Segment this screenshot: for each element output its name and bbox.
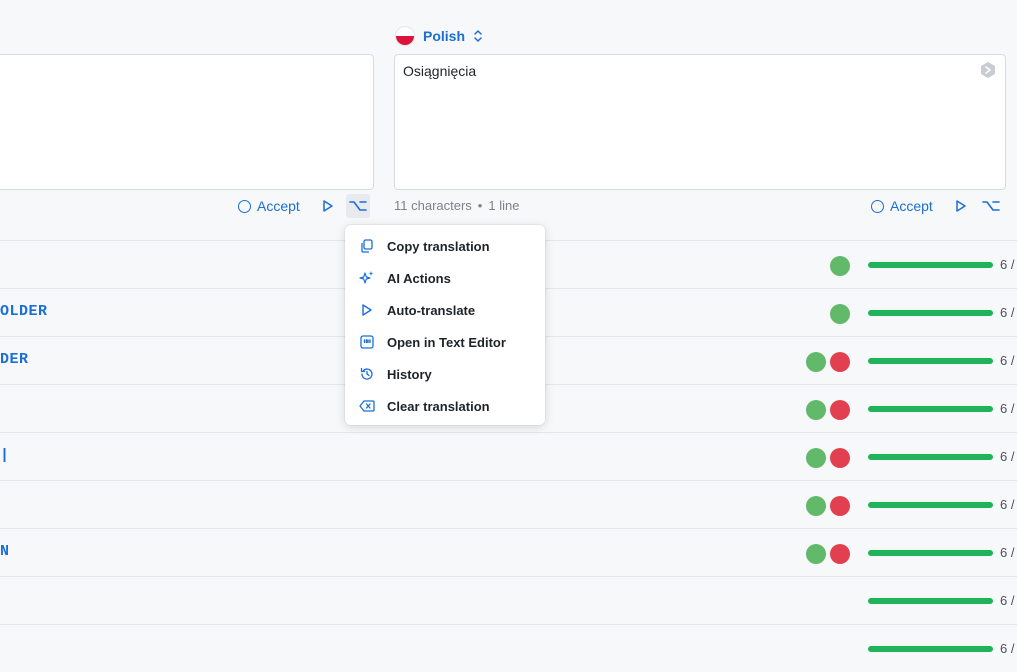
status-dot-red bbox=[830, 544, 850, 564]
menu-item-label: Copy translation bbox=[387, 238, 490, 254]
status-dot-green bbox=[830, 256, 850, 276]
play-icon bbox=[359, 302, 375, 318]
status-dot-green bbox=[806, 448, 826, 468]
progress-bar bbox=[868, 262, 993, 268]
progress-bar bbox=[868, 454, 993, 460]
menu-item-label: AI Actions bbox=[387, 270, 451, 286]
translation-count: 6 / bbox=[1000, 401, 1015, 416]
status-dot-green bbox=[806, 496, 826, 516]
progress-bar bbox=[868, 358, 993, 364]
translation-count: 6 / bbox=[1000, 257, 1015, 272]
quote-editor-icon bbox=[359, 334, 375, 350]
menu-item-label: Auto-translate bbox=[387, 302, 476, 318]
target-language-name: Polish bbox=[423, 28, 466, 44]
target-more-options-button[interactable] bbox=[979, 194, 1003, 218]
status-dot-green bbox=[806, 352, 826, 372]
translation-count: 6 / bbox=[1000, 641, 1015, 656]
menu-item-history[interactable]: History bbox=[345, 358, 545, 390]
row-key[interactable]: N bbox=[0, 543, 10, 560]
line-count: 1 line bbox=[488, 198, 520, 213]
circle-icon bbox=[871, 199, 884, 213]
menu-item-open-in-text-editor[interactable]: Open in Text Editor bbox=[345, 326, 545, 358]
translation-count: 6 / bbox=[1000, 497, 1015, 512]
poland-flag-icon bbox=[395, 26, 415, 46]
status-dot-green bbox=[806, 400, 826, 420]
table-row[interactable]: N 6 / bbox=[0, 528, 1017, 576]
row-key[interactable]: OLDER bbox=[0, 303, 48, 320]
table-row[interactable]: 6 / bbox=[0, 624, 1017, 672]
circle-icon bbox=[238, 199, 251, 213]
target-auto-translate-button[interactable] bbox=[949, 194, 973, 218]
row-key[interactable]: DER bbox=[0, 351, 29, 368]
option-key-icon bbox=[982, 201, 1000, 211]
menu-item-label: Clear translation bbox=[387, 398, 490, 414]
target-actions: Accept bbox=[871, 194, 1003, 218]
machine-translation-icon bbox=[981, 62, 995, 78]
source-auto-translate-button[interactable] bbox=[316, 194, 340, 218]
menu-item-label: History bbox=[387, 366, 432, 382]
translation-count: 6 / bbox=[1000, 449, 1015, 464]
target-text[interactable]: Osiągnięcia bbox=[403, 63, 476, 79]
source-more-options-button[interactable] bbox=[345, 194, 370, 218]
row-key[interactable]: | bbox=[0, 447, 10, 464]
translation-count: 6 / bbox=[1000, 545, 1015, 560]
table-row[interactable]: | 6 / bbox=[0, 432, 1017, 480]
meta-separator: • bbox=[477, 198, 483, 213]
clear-icon bbox=[359, 398, 375, 414]
source-accept-button[interactable]: Accept bbox=[238, 198, 300, 214]
play-icon bbox=[323, 200, 333, 212]
status-dot-red bbox=[830, 400, 850, 420]
progress-bar bbox=[868, 310, 993, 316]
target-editor[interactable]: Osiągnięcia bbox=[394, 54, 1006, 190]
status-dot-red bbox=[830, 448, 850, 468]
history-icon bbox=[359, 366, 375, 382]
translation-count: 6 / bbox=[1000, 593, 1015, 608]
source-actions: Accept bbox=[238, 194, 370, 218]
sparkle-icon bbox=[359, 270, 375, 286]
copy-icon bbox=[359, 238, 375, 254]
translation-count: 6 / bbox=[1000, 305, 1015, 320]
menu-item-clear-translation[interactable]: Clear translation bbox=[345, 390, 545, 422]
status-dot-green bbox=[830, 304, 850, 324]
menu-item-label: Open in Text Editor bbox=[387, 334, 506, 350]
source-editor[interactable] bbox=[0, 54, 374, 190]
accept-label: Accept bbox=[890, 198, 933, 214]
status-dot-red bbox=[830, 496, 850, 516]
progress-bar bbox=[868, 502, 993, 508]
table-row[interactable]: 6 / bbox=[0, 480, 1017, 528]
status-dot-green bbox=[806, 544, 826, 564]
option-key-icon bbox=[349, 201, 367, 211]
menu-item-auto-translate[interactable]: Auto-translate bbox=[345, 294, 545, 326]
chevron-up-down-icon bbox=[474, 30, 482, 42]
progress-bar bbox=[868, 550, 993, 556]
status-dot-red bbox=[830, 352, 850, 372]
translation-count: 6 / bbox=[1000, 353, 1015, 368]
target-accept-button[interactable]: Accept bbox=[871, 198, 933, 214]
target-language-selector[interactable]: Polish bbox=[395, 26, 483, 46]
target-meta: 11 characters • 1 line bbox=[394, 198, 519, 213]
translation-options-menu: Copy translation AI Actions Auto-transla… bbox=[345, 225, 545, 425]
character-count: 11 characters bbox=[394, 198, 472, 213]
table-row[interactable]: 6 / bbox=[0, 576, 1017, 624]
play-icon bbox=[956, 200, 966, 212]
progress-bar bbox=[868, 646, 993, 652]
menu-item-ai-actions[interactable]: AI Actions bbox=[345, 262, 545, 294]
progress-bar bbox=[868, 406, 993, 412]
progress-bar bbox=[868, 598, 993, 604]
accept-label: Accept bbox=[257, 198, 300, 214]
menu-item-copy-translation[interactable]: Copy translation bbox=[345, 230, 545, 262]
